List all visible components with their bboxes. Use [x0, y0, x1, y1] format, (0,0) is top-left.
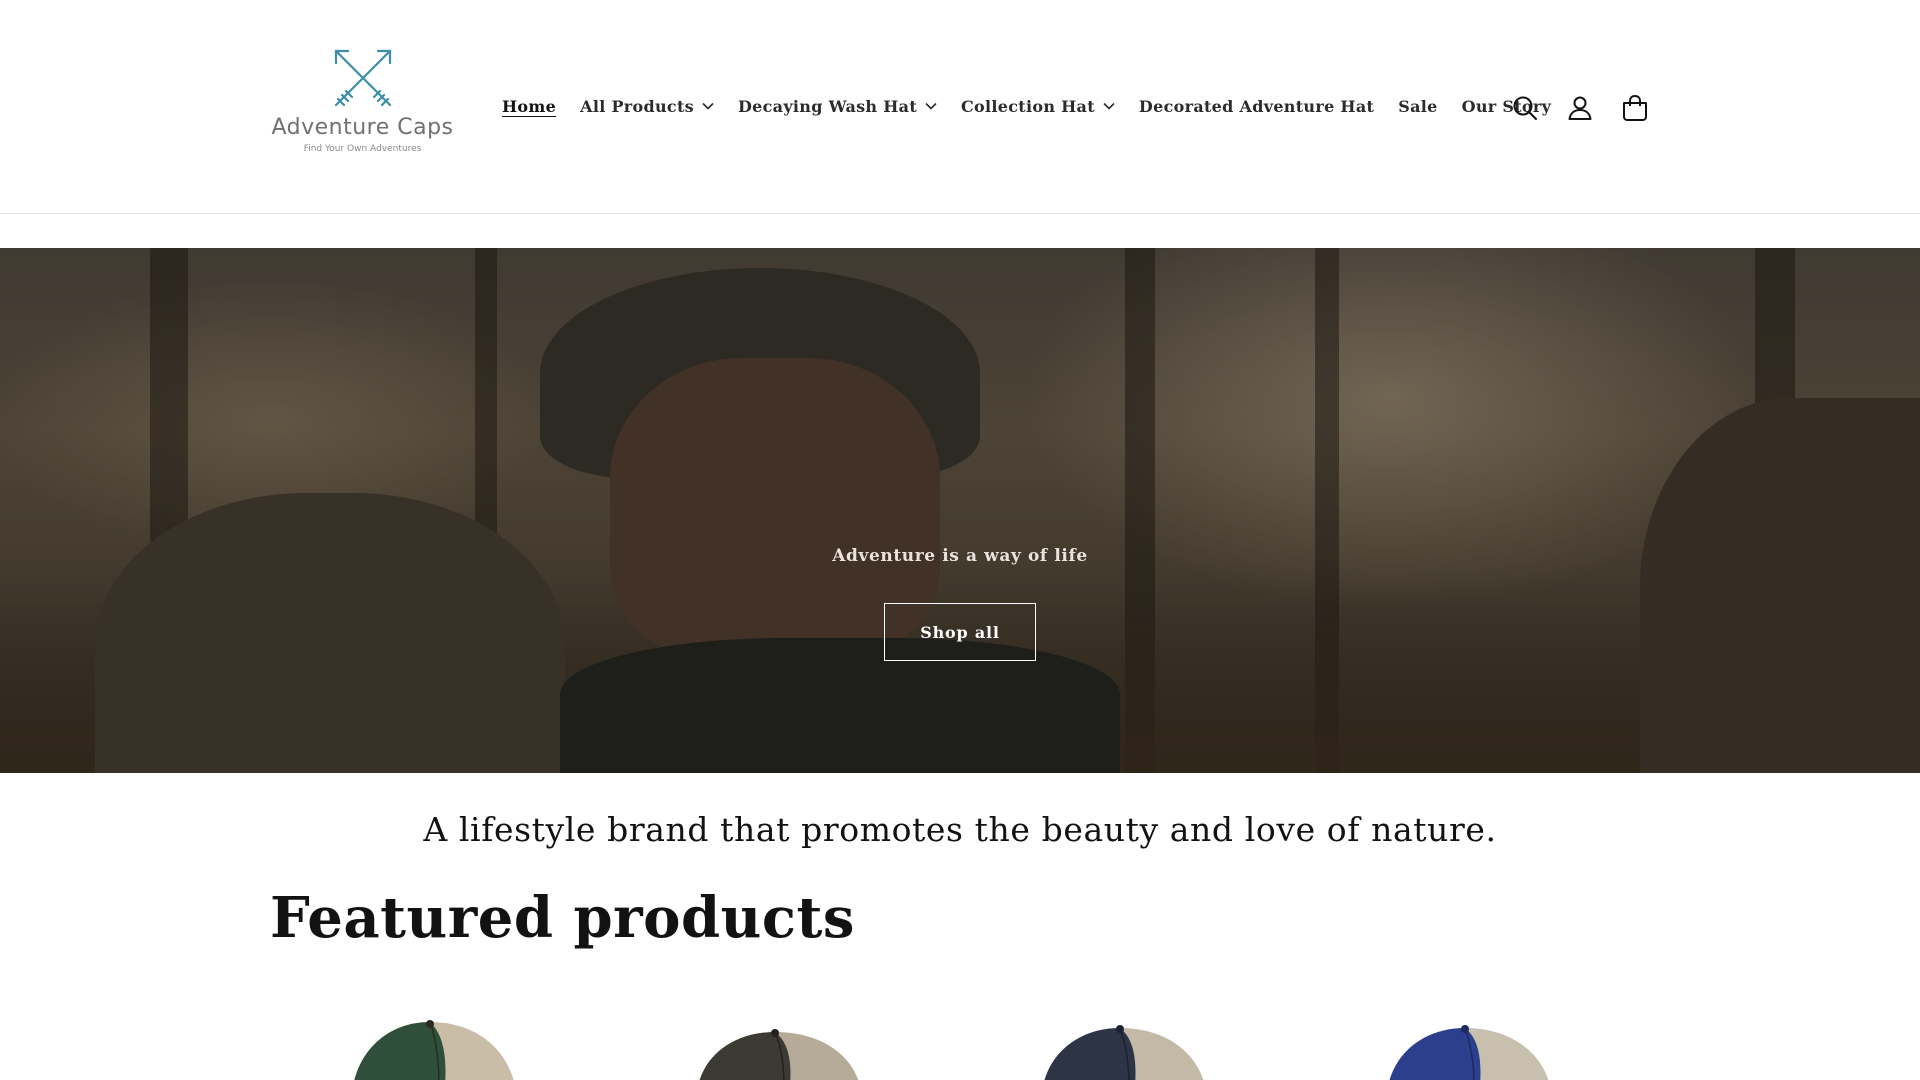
cap-front — [354, 1022, 446, 1080]
product-image — [1044, 1025, 1204, 1080]
search-icon — [1513, 96, 1537, 120]
nav-item-all-products[interactable]: All Products — [568, 97, 726, 116]
nav-item-label: All Products — [580, 96, 694, 116]
account-button[interactable] — [1560, 88, 1600, 128]
cap-front — [1044, 1028, 1136, 1080]
nav-item-home[interactable]: Home — [490, 97, 568, 116]
brand-name: Adventure Caps — [271, 115, 454, 140]
product-card[interactable] — [960, 1010, 1260, 1080]
cap-front — [699, 1032, 791, 1080]
search-button[interactable] — [1505, 88, 1545, 128]
product-card[interactable] — [1305, 1010, 1605, 1080]
product-image — [699, 1029, 859, 1080]
nav-item-collection-hat[interactable]: Collection Hat — [949, 97, 1127, 116]
product-image — [1389, 1025, 1549, 1080]
featured-products-grid — [270, 1010, 1650, 1080]
brand-statement: A lifestyle brand that promotes the beau… — [423, 810, 1497, 849]
chevron-down-icon — [1103, 102, 1115, 110]
cart-icon — [1623, 94, 1647, 121]
crossed-arrows-icon — [334, 49, 391, 107]
cap-front — [1389, 1028, 1481, 1080]
cart-button[interactable] — [1615, 88, 1655, 128]
chevron-down-icon — [925, 102, 937, 110]
nav-item-label: Home — [502, 96, 557, 116]
nav-item-label: Collection Hat — [961, 96, 1095, 116]
product-image — [354, 1020, 514, 1080]
hero-banner: Adventure is a way of life Shop all — [0, 248, 1920, 773]
product-card[interactable] — [270, 1010, 570, 1080]
chevron-down-icon — [702, 102, 714, 110]
hero-subheading: Adventure is a way of life — [832, 546, 1088, 566]
header-actions — [1505, 88, 1670, 128]
shop-all-button[interactable]: Shop all — [884, 603, 1036, 661]
featured-products-heading: Featured products — [270, 885, 855, 951]
account-icon — [1568, 96, 1592, 120]
nav-item-decorated-adventure-hat[interactable]: Decorated Adventure Hat — [1127, 97, 1386, 116]
nav-item-label: Decorated Adventure Hat — [1138, 96, 1375, 116]
nav-item-sale[interactable]: Sale — [1386, 97, 1449, 116]
brand-tagline: Find Your Own Adventures — [303, 144, 422, 154]
nav-item-label: Sale — [1398, 96, 1438, 116]
nav-item-decaying-wash-hat[interactable]: Decaying Wash Hat — [726, 97, 949, 116]
hero-content: Adventure is a way of life Shop all — [0, 248, 1920, 773]
product-card[interactable] — [615, 1010, 915, 1080]
nav-item-label: Decaying Wash Hat — [737, 96, 918, 116]
brand-logo[interactable]: Adventure Caps Find Your Own Adventures — [270, 45, 455, 175]
site-header: Adventure Caps Find Your Own Adventures … — [0, 0, 1920, 214]
main-nav: Home All Products Decaying Wash Hat Coll… — [490, 92, 1563, 120]
